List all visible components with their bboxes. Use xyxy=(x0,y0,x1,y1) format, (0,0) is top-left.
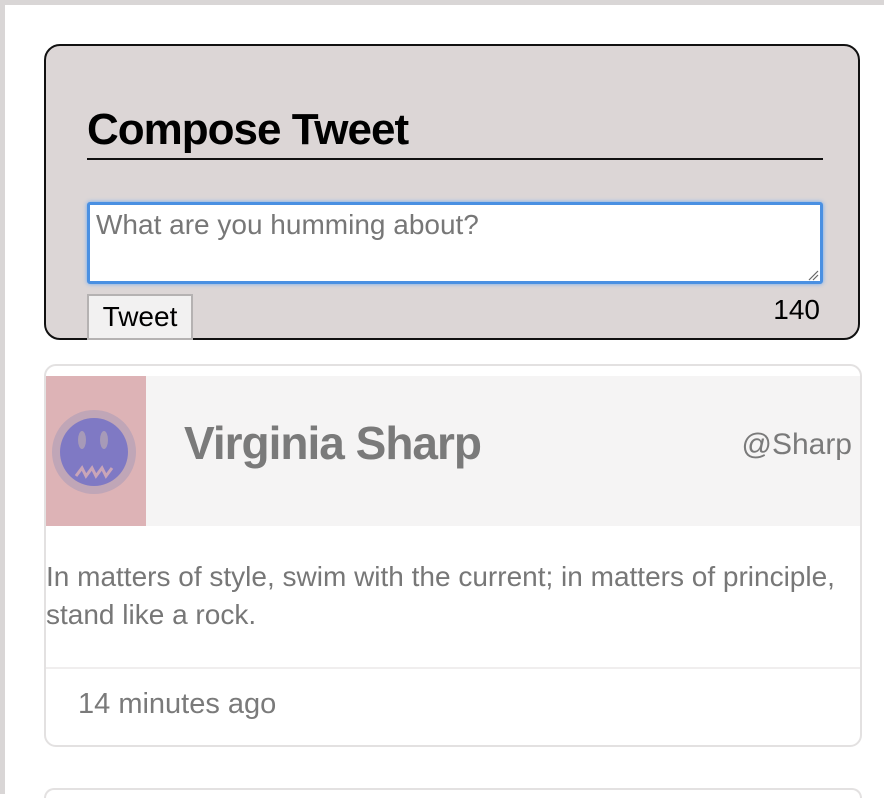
character-counter: 140 xyxy=(773,294,820,325)
tweet-header: Virginia Sharp @Sharp xyxy=(46,376,860,526)
next-tweet-card xyxy=(44,788,862,798)
window-frame-top xyxy=(0,0,884,5)
resize-grip-icon[interactable] xyxy=(807,268,819,281)
smiley-avatar-icon xyxy=(52,410,136,494)
tweet-body: In matters of style, swim with the curre… xyxy=(46,561,835,630)
compose-title: Compose Tweet xyxy=(87,105,409,154)
compose-divider xyxy=(87,158,823,160)
author-handle: @Sharp xyxy=(741,428,852,461)
compose-tweet-panel: Compose Tweet Tweet 140 xyxy=(44,44,860,340)
tweet-button[interactable]: Tweet xyxy=(87,294,193,340)
tweet-timestamp: 14 minutes ago xyxy=(78,688,277,720)
tweet-text-input[interactable] xyxy=(87,202,823,284)
author-name: Virginia Sharp xyxy=(184,417,482,469)
tweet-card: Virginia Sharp @Sharp In matters of styl… xyxy=(44,364,862,747)
tweet-divider xyxy=(46,667,860,669)
avatar xyxy=(46,376,146,526)
window-frame-left xyxy=(0,0,5,794)
